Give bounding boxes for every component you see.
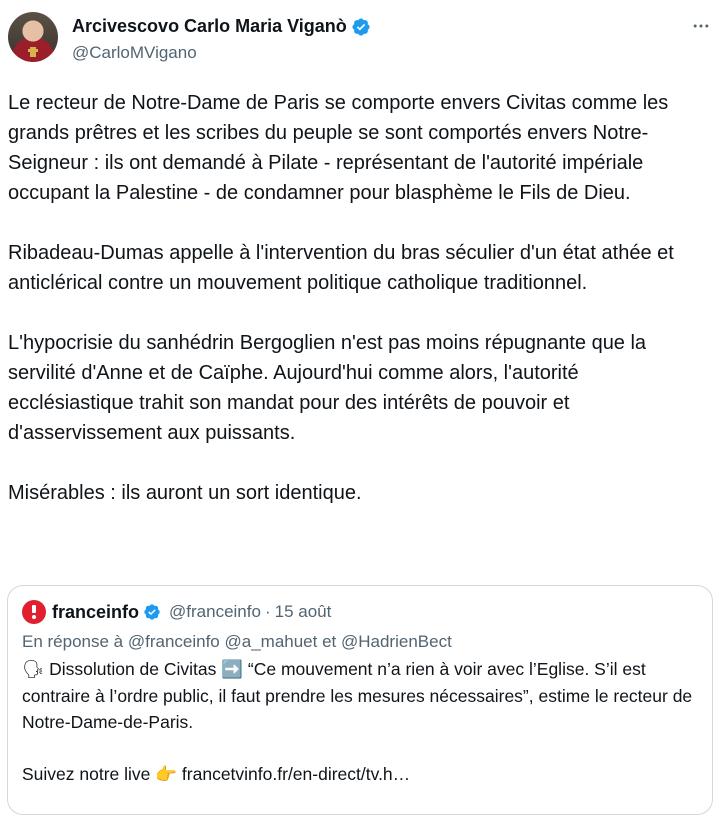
author-avatar[interactable]	[8, 12, 58, 62]
more-options-button[interactable]	[689, 14, 713, 38]
author-name-row: Arcivescovo Carlo Maria Viganò	[72, 16, 371, 37]
more-dots-icon	[693, 24, 709, 28]
quoted-text: 🗣 Dissolution de Civitas ➡️ “Ce mouvemen…	[22, 656, 706, 788]
quoted-reply-to: En réponse à @franceinfo @a_mahuet et @H…	[22, 632, 452, 651]
quoted-header: franceinfo @franceinfo · 15 août	[22, 600, 331, 624]
arrow-right-emoji-icon: ➡️	[221, 660, 244, 680]
quoted-display-name[interactable]: franceinfo	[52, 602, 139, 623]
franceinfo-logo-icon	[22, 600, 46, 624]
author-handle[interactable]: @CarloMVigano	[72, 43, 197, 63]
quoted-link[interactable]: francetvinfo.fr/en-direct/tv.h…	[177, 764, 410, 784]
pointing-hand-emoji-icon: 👉	[155, 765, 178, 785]
author-display-name[interactable]: Arcivescovo Carlo Maria Viganò	[72, 16, 347, 37]
quoted-text-part1: Dissolution de Civitas	[44, 659, 222, 679]
quoted-tweet[interactable]: franceinfo @franceinfo · 15 août En répo…	[7, 585, 713, 815]
quoted-date[interactable]: 15 août	[275, 602, 332, 622]
tweet-header: Arcivescovo Carlo Maria Viganò @CarloMVi…	[8, 12, 721, 68]
tweet-text: Le recteur de Notre-Dame de Paris se com…	[8, 92, 674, 504]
verified-badge-icon	[352, 17, 370, 36]
quoted-handle[interactable]: @franceinfo	[169, 602, 261, 622]
quoted-verified-badge-icon	[144, 604, 160, 620]
speaking-head-emoji-icon: 🗣	[22, 660, 45, 680]
quoted-separator: ·	[264, 602, 271, 621]
pectoral-cross-icon	[28, 47, 38, 57]
